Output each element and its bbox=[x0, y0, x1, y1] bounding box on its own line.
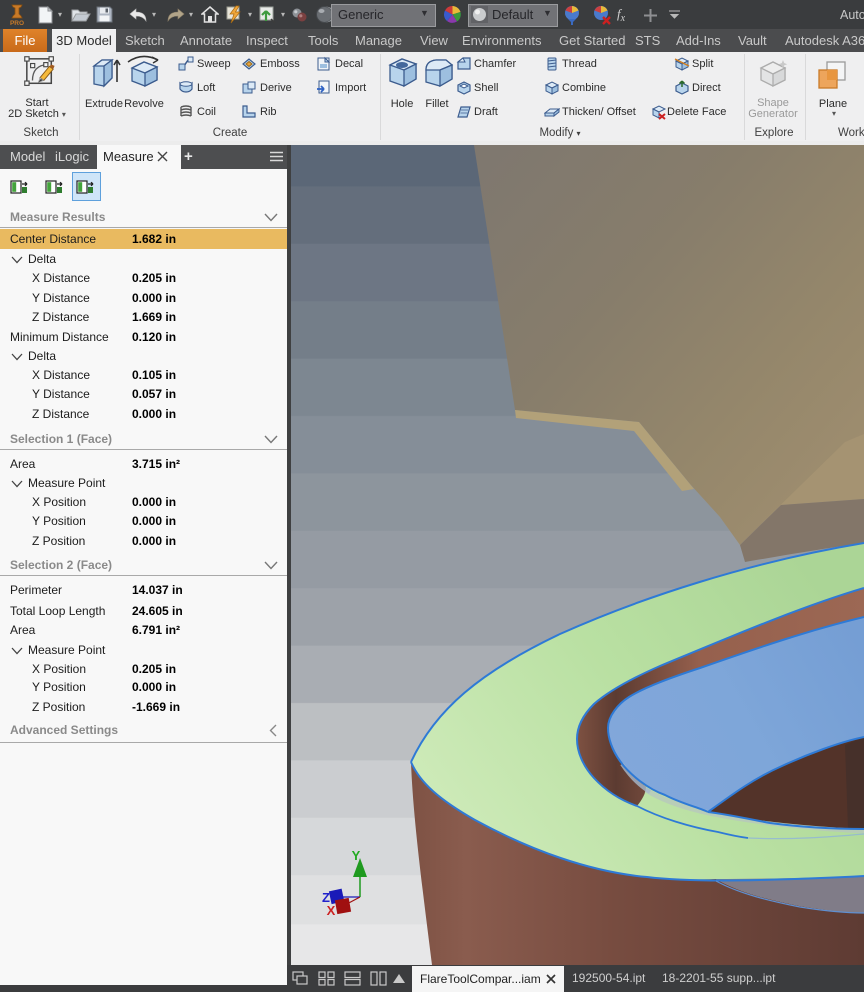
svg-text:X: X bbox=[327, 903, 336, 918]
svg-text:Y: Y bbox=[352, 848, 361, 863]
svg-text:PRO: PRO bbox=[10, 20, 24, 27]
